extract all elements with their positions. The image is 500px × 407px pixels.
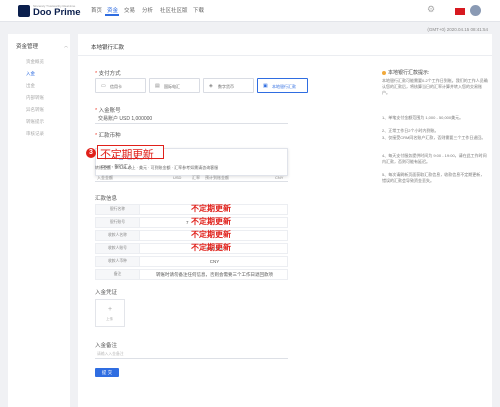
nav-trade[interactable]: 交易 [124, 6, 135, 14]
page-title: 本地银行汇款 [91, 45, 125, 51]
sidebar-heading[interactable]: 资金管理 [16, 42, 38, 50]
method-label: 国际电汇 [164, 84, 180, 89]
table-row: 备注 转账时请勿备注任何信息，否则会需要三个工作日退回款项 [95, 269, 288, 280]
sidebar-item-internal-transfer[interactable]: 内部转账 [26, 95, 44, 101]
sidebar-item-third-party-transfer[interactable]: 异名转账 [26, 107, 44, 113]
sidebar-item-transfer-tips[interactable]: 转账提示 [26, 119, 44, 125]
tips-item: 5、每次请刷新页面获取汇款信息，收款信息不定期更新，错误的汇款会导致资金丢失。 [382, 172, 485, 183]
account-underline [95, 123, 288, 124]
table-row: 收款人名称 不定期更新 [95, 230, 288, 241]
remark-underline [95, 358, 288, 359]
tips-panel: 本地银行汇款提示: 本地银行汇款可能需要0-2个工作日到账。我们的工作人员确认您… [382, 69, 488, 183]
proof-label: 入金凭证 [95, 290, 118, 296]
method-label: 信用卡 [110, 84, 122, 89]
submit-button[interactable]: 提 交 [95, 368, 119, 377]
sidebar: 资金管理 ︿ 资金概览 入金 出金 内部转账 异名转账 转账提示 审核记录 [8, 34, 70, 407]
upload-proof-button[interactable]: + 上传 [95, 299, 125, 327]
method-credit-card[interactable]: ▭ 信用卡 [95, 78, 146, 93]
row-update-note: 不定期更新 [191, 243, 231, 252]
tips-item: 2、正常工作日2个小时内到账。 [382, 128, 439, 133]
account-select[interactable]: 交易账户 USD 1,000000 [98, 115, 152, 122]
table-row: 收款人账号 621 793 不定期更新 [95, 243, 288, 254]
logo-text: Doo Prime [33, 7, 81, 18]
amount-currency: USD [173, 175, 182, 180]
row-key: 收款人币种 [96, 257, 140, 266]
nav-community[interactable]: 社区社区版 [160, 6, 188, 14]
expected-currency: CNY [275, 175, 284, 180]
method-crypto[interactable]: ◈ 数字货币 [203, 78, 254, 93]
annotation-number: 3 [86, 148, 96, 158]
local-bank-icon: ▣ [263, 83, 268, 89]
sidebar-item-deposit[interactable]: 入金 [26, 71, 35, 77]
annotation-text: 不定期更新 [100, 149, 154, 161]
method-label: 本地银行汇款 [272, 84, 296, 89]
row-key: 收款人账号 [96, 244, 140, 253]
row-key: 银行账号 [96, 218, 140, 227]
sidebar-item-overview[interactable]: 资金概览 [26, 59, 44, 65]
nav-active-indicator [105, 14, 119, 16]
row-update-note: 不定期更新 [191, 217, 231, 226]
doo-prime-logo[interactable]: Sincerely Trustworthy Real-time Doo Prim… [18, 4, 81, 19]
remark-label: 入金备注 [95, 343, 118, 349]
top-bar: Sincerely Trustworthy Real-time Doo Prim… [0, 0, 500, 22]
row-update-note: 不定期更新 [191, 204, 231, 213]
nav-home[interactable]: 首页 [91, 6, 102, 14]
remark-input[interactable]: 请输入入金备注 [97, 352, 124, 357]
sidebar-item-withdraw[interactable]: 出金 [26, 83, 35, 89]
method-label: 数字货币 [218, 84, 234, 89]
method-wire-transfer[interactable]: ▤ 国际电汇 [149, 78, 200, 93]
sidebar-item-audit-records[interactable]: 审核记录 [26, 131, 44, 137]
tips-item: 1、单笔支付金额范围为 1,000 - 50,000美元。 [382, 115, 464, 120]
account-label: * 入金账号 [95, 108, 121, 114]
tips-item: 4、每天支付服务提供时间为 9:00 - 19:00，请在此工作时间内汇款，否则… [382, 153, 487, 164]
row-value[interactable]: CNY [144, 257, 285, 266]
table-row: 银行名称 不定期更新 [95, 204, 288, 215]
info-dot-icon [382, 70, 386, 75]
currency-label: * 汇款币种 [95, 133, 121, 139]
method-local-bank[interactable]: ▣ 本地银行汇款 [257, 78, 308, 93]
tips-intro: 本地银行汇款可能需要0-2个工作日到账。我们的工作人员确认您的汇款后，将核算当日… [382, 78, 488, 95]
crypto-icon: ◈ [209, 83, 213, 89]
table-row: 收款人币种 CNY [95, 256, 288, 267]
payment-method-label: * 支付方式 [95, 71, 121, 77]
remittance-info-label: 汇款信息 [95, 196, 118, 202]
chevron-up-icon[interactable]: ︿ [64, 43, 68, 49]
row-key: 收款人名称 [96, 231, 140, 240]
table-row: 银行账号 7 不定期更新 [95, 217, 288, 228]
row-key: 备注 [96, 270, 140, 279]
plus-icon: + [108, 306, 113, 313]
nav-download[interactable]: 下载 [193, 6, 204, 14]
row-value: 转账时请勿备注任何信息，否则会需要三个工作日退回款项 [156, 272, 273, 277]
language-flag-icon[interactable] [455, 8, 465, 15]
bank-icon: ▤ [155, 83, 160, 89]
user-avatar-icon[interactable] [470, 5, 481, 16]
nav-analysis[interactable]: 分析 [142, 6, 153, 14]
divider [78, 55, 492, 56]
settings-icon[interactable]: ⚙ [427, 4, 435, 15]
logo-mark-icon [18, 5, 30, 17]
row-key: 银行名称 [96, 205, 140, 214]
tips-item: 3、仅接受CRM同名账户汇款，否则需要三个工作日退回。 [382, 135, 486, 140]
credit-card-icon: ▭ [101, 83, 106, 89]
nav-funds[interactable]: 资金 [107, 6, 118, 14]
annotation-box: 不定期更新 [97, 145, 164, 161]
upload-label: 上传 [106, 317, 113, 321]
amount-hint: 转账金额 · 少 100 以上 · 美元 · 可到账金额 · 汇率参考如需请咨询… [95, 165, 219, 170]
row-update-note: 不定期更新 [191, 230, 231, 239]
amount-underline [95, 181, 288, 182]
server-time: (GMT+0) 2020.04.15 08:41:54 [427, 27, 488, 32]
tips-title: 本地银行汇款提示: [382, 69, 488, 76]
